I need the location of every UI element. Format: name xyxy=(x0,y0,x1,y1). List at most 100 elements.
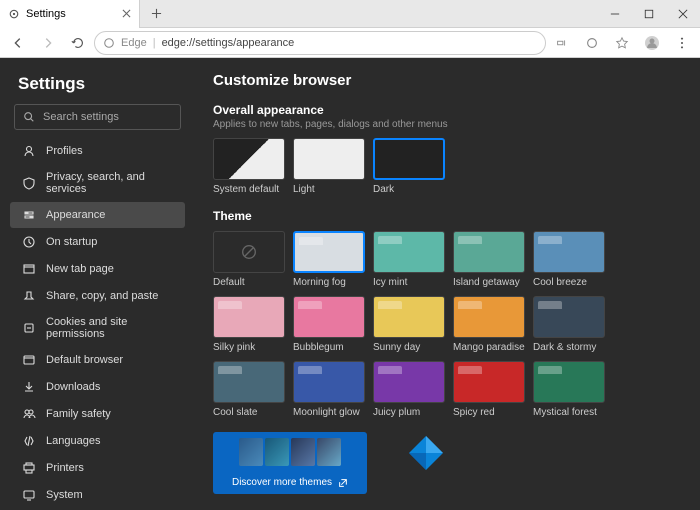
theme-label: Cool breeze xyxy=(533,277,605,288)
theme-preview xyxy=(293,296,365,338)
theme-preview xyxy=(213,361,285,403)
appearance-subtitle: Applies to new tabs, pages, dialogs and … xyxy=(213,119,682,130)
appearance-preview xyxy=(373,138,445,180)
refresh-button[interactable] xyxy=(64,30,92,56)
read-aloud-button[interactable] xyxy=(548,30,576,56)
nav-icon xyxy=(22,144,36,158)
theme-option-morning-fog[interactable]: Morning fog xyxy=(293,231,365,288)
menu-button[interactable] xyxy=(668,30,696,56)
tab-title: Settings xyxy=(26,8,66,20)
theme-label: Cool slate xyxy=(213,407,285,418)
theme-option-juicy-plum[interactable]: Juicy plum xyxy=(373,361,445,418)
sidebar-item-label: Printers xyxy=(46,462,84,474)
profile-button[interactable] xyxy=(638,30,666,56)
theme-option-default[interactable]: Default xyxy=(213,231,285,288)
minimize-button[interactable] xyxy=(598,0,632,28)
sidebar-item-languages[interactable]: Languages xyxy=(10,428,185,454)
search-placeholder: Search settings xyxy=(43,111,119,123)
theme-preview xyxy=(453,231,525,273)
theme-option-silky-pink[interactable]: Silky pink xyxy=(213,296,285,353)
edge-logo-icon xyxy=(405,432,447,474)
sidebar-item-label: Downloads xyxy=(46,381,100,393)
sidebar-item-appearance[interactable]: Appearance xyxy=(10,202,185,228)
sidebar-item-default-browser[interactable]: Default browser xyxy=(10,347,185,373)
theme-label: Mystical forest xyxy=(533,407,605,418)
sidebar-item-on-startup[interactable]: On startup xyxy=(10,229,185,255)
theme-label: Silky pink xyxy=(213,342,285,353)
address-bar[interactable]: Edge | edge://settings/appearance xyxy=(94,31,546,55)
favorites-button[interactable] xyxy=(608,30,636,56)
theme-label: Bubblegum xyxy=(293,342,365,353)
theme-preview xyxy=(453,296,525,338)
discover-themes-button[interactable]: Discover more themes xyxy=(213,432,367,494)
theme-option-mystical-forest[interactable]: Mystical forest xyxy=(533,361,605,418)
theme-option-cool-breeze[interactable]: Cool breeze xyxy=(533,231,605,288)
sidebar-item-profiles[interactable]: Profiles xyxy=(10,138,185,164)
settings-title: Settings xyxy=(18,74,177,94)
address-path: edge://settings/appearance xyxy=(162,37,295,49)
theme-option-cool-slate[interactable]: Cool slate xyxy=(213,361,285,418)
new-tab-button[interactable] xyxy=(144,2,168,26)
theme-option-spicy-red[interactable]: Spicy red xyxy=(453,361,525,418)
nav-icon xyxy=(22,289,36,303)
theme-section-title: Theme xyxy=(213,209,682,223)
nav-icon xyxy=(22,407,36,421)
sidebar-item-label: Family safety xyxy=(46,408,111,420)
sidebar-item-printers[interactable]: Printers xyxy=(10,455,185,481)
theme-option-moonlight-glow[interactable]: Moonlight glow xyxy=(293,361,365,418)
forward-button[interactable] xyxy=(34,30,62,56)
theme-option-sunny-day[interactable]: Sunny day xyxy=(373,296,445,353)
browser-toolbar: Edge | edge://settings/appearance xyxy=(0,28,700,58)
theme-option-dark-stormy[interactable]: Dark & stormy xyxy=(533,296,605,353)
sidebar-item-share-copy-and-paste[interactable]: Share, copy, and paste xyxy=(10,283,185,309)
sidebar-item-system[interactable]: System xyxy=(10,482,185,508)
sidebar-item-cookies-and-site-permissions[interactable]: Cookies and site permissions xyxy=(10,310,185,346)
theme-preview xyxy=(293,361,365,403)
sidebar-item-family-safety[interactable]: Family safety xyxy=(10,401,185,427)
nav-icon xyxy=(22,353,36,367)
theme-label: Dark & stormy xyxy=(533,342,605,353)
site-identity-icon xyxy=(103,37,115,49)
search-input[interactable]: Search settings xyxy=(14,104,181,130)
close-tab-icon[interactable] xyxy=(122,9,131,18)
nav-icon xyxy=(22,262,36,276)
theme-preview xyxy=(213,296,285,338)
theme-option-bubblegum[interactable]: Bubblegum xyxy=(293,296,365,353)
nav-icon xyxy=(22,434,36,448)
appearance-label: Dark xyxy=(373,184,445,195)
sidebar-item-downloads[interactable]: Downloads xyxy=(10,374,185,400)
back-button[interactable] xyxy=(4,30,32,56)
nav-icon xyxy=(22,461,36,475)
appearance-preview xyxy=(213,138,285,180)
theme-label: Juicy plum xyxy=(373,407,445,418)
browser-tab[interactable]: Settings xyxy=(0,0,140,28)
theme-preview xyxy=(533,296,605,338)
sidebar-item-new-tab-page[interactable]: New tab page xyxy=(10,256,185,282)
theme-label: Sunny day xyxy=(373,342,445,353)
theme-preview xyxy=(453,361,525,403)
nav-icon xyxy=(22,321,36,335)
nav-icon xyxy=(22,488,36,502)
theme-option-island-getaway[interactable]: Island getaway xyxy=(453,231,525,288)
theme-label: Mango paradise xyxy=(453,342,525,353)
sidebar-item-privacy-search-and-services[interactable]: Privacy, search, and services xyxy=(10,165,185,201)
theme-option-icy-mint[interactable]: Icy mint xyxy=(373,231,445,288)
theme-label: Island getaway xyxy=(453,277,525,288)
appearance-option-light[interactable]: Light xyxy=(293,138,365,195)
appearance-option-system-default[interactable]: System default xyxy=(213,138,285,195)
maximize-button[interactable] xyxy=(632,0,666,28)
sidebar-item-label: On startup xyxy=(46,236,97,248)
sidebar-item-label: Privacy, search, and services xyxy=(46,171,173,195)
extensions-button[interactable] xyxy=(578,30,606,56)
settings-icon xyxy=(8,8,20,20)
theme-option-mango-paradise[interactable]: Mango paradise xyxy=(453,296,525,353)
page-heading: Customize browser xyxy=(213,72,682,89)
theme-preview xyxy=(293,231,365,273)
theme-label: Icy mint xyxy=(373,277,445,288)
close-window-button[interactable] xyxy=(666,0,700,28)
appearance-option-dark[interactable]: Dark xyxy=(373,138,445,195)
sidebar-item-label: Cookies and site permissions xyxy=(46,316,173,340)
sidebar-item-label: New tab page xyxy=(46,263,114,275)
appearance-label: System default xyxy=(213,184,285,195)
window-titlebar: Settings xyxy=(0,0,700,28)
